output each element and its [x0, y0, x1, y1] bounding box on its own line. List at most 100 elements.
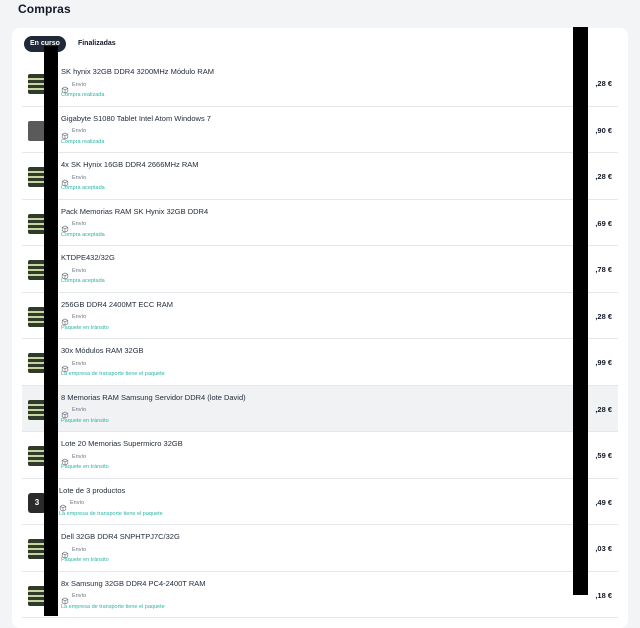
order-status: Paquete en tránsito — [61, 557, 109, 563]
order-title: 30x Módulos RAM 32GB — [61, 346, 144, 355]
shipping-label: Envío — [72, 128, 87, 134]
shipping-method: Envío — [61, 592, 548, 605]
shipping-method: Envío — [61, 220, 548, 233]
order-status: La empresa de transporte tiene el paquet… — [61, 371, 165, 377]
order-price: ,28 € — [595, 404, 612, 414]
order-row[interactable]: 8 Memorias RAM Samsung Servidor DDR4 (lo… — [22, 385, 618, 432]
order-price: ,18 € — [595, 590, 612, 600]
package-icon — [61, 220, 69, 233]
order-status: Compra aceptada — [61, 231, 105, 238]
shipping-method: Envío — [61, 359, 548, 373]
order-title: Dell 32GB DDR4 SNPHTPJ7C/32G — [61, 532, 180, 541]
order-info: Lote 20 Memorias Supermicro 32GB Envío Paq… — [61, 439, 548, 471]
order-status: Compra realizada — [61, 138, 105, 145]
redaction-bar-right — [573, 27, 588, 595]
order-info: 8 Memorias RAM Samsung Servidor DDR4 (lo… — [61, 393, 548, 425]
shipping-method: Envío — [61, 406, 548, 419]
package-icon — [61, 360, 69, 373]
package-icon — [61, 174, 69, 187]
order-price: ,03 € — [595, 544, 612, 553]
shipping-label: Envío — [72, 174, 87, 181]
order-row[interactable]: SK hynix 32GB DDR4 3200MHz Módulo RAM Env… — [22, 60, 618, 107]
order-title: 8x Samsung 32GB DDR4 PC4-2400T RAM — [61, 578, 206, 588]
shipping-label: Envío — [72, 221, 87, 227]
page-title: Compras — [18, 2, 71, 16]
order-list: SK hynix 32GB DDR4 3200MHz Módulo RAM Env… — [22, 60, 618, 618]
order-info: SK hynix 32GB DDR4 3200MHz Módulo RAM Env… — [61, 67, 548, 99]
package-icon — [61, 453, 69, 466]
order-title: SK hynix 32GB DDR4 3200MHz Módulo RAM — [61, 67, 214, 76]
shipping-label: Envío — [72, 593, 87, 599]
package-icon — [61, 81, 69, 94]
order-status: Paquete en tránsito — [61, 324, 109, 331]
order-row[interactable]: Lote 20 Memorias Supermicro 32GB Envío Paq… — [22, 432, 618, 479]
shipping-method: Envío — [61, 313, 548, 326]
order-title: 256GB DDR4 2400MT ECC RAM — [61, 299, 173, 309]
package-icon — [59, 499, 67, 512]
shipping-label: Envío — [72, 81, 87, 88]
order-status: La empresa de transporte tiene el paquet… — [61, 603, 165, 610]
order-price: ,59 € — [595, 451, 612, 460]
order-info: Lote de 3 productos Envío La empresa de tr… — [59, 486, 548, 518]
redaction-bar-left — [44, 46, 58, 616]
order-title: KTDPE432/32G — [61, 253, 115, 262]
order-row[interactable]: Dell 32GB DDR4 SNPHTPJ7C/32G Envío Paquete… — [22, 525, 618, 572]
order-row[interactable]: 256GB DDR4 2400MT ECC RAM Envío Paquete en… — [22, 293, 618, 339]
order-row[interactable]: 30x Módulos RAM 32GB Envío La empresa de t… — [22, 339, 618, 386]
order-row[interactable]: 3 Lote de 3 productos Envío La empresa de t… — [22, 479, 618, 525]
order-title: 4x SK Hynix 16GB DDR4 2666MHz RAM — [61, 160, 199, 169]
order-title: 8 Memorias RAM Samsung Servidor DDR4 (lo… — [61, 392, 246, 402]
order-row[interactable]: KTDPE432/32G Envío Compra aceptada ,78 € — [22, 246, 618, 293]
order-status: Compra realizada — [61, 92, 105, 98]
shipping-label: Envío — [72, 267, 87, 274]
order-price: ,90 € — [595, 125, 612, 135]
order-info: 4x SK Hynix 16GB DDR4 2666MHz RAM Envío Co… — [61, 160, 548, 192]
order-row[interactable]: Gigabyte S1080 Tablet Intel Atom Windows… — [22, 107, 618, 153]
order-row[interactable]: Pack Memorias RAM SK Hynix 32GB DDR4 Enví… — [22, 200, 618, 246]
order-info: Gigabyte S1080 Tablet Intel Atom Windows… — [61, 114, 548, 146]
order-status: Paquete en tránsito — [61, 417, 109, 424]
order-status: Compra aceptada — [61, 278, 105, 284]
shipping-method: Envío — [61, 127, 548, 140]
order-title: Gigabyte S1080 Tablet Intel Atom Windows… — [61, 113, 211, 123]
order-price: ,49 € — [595, 497, 612, 507]
order-status: La empresa de transporte tiene el paquet… — [59, 510, 163, 517]
package-icon — [61, 313, 69, 326]
shipping-label: Envío — [72, 360, 87, 367]
purchases-card: En curso Finalizadas SK hynix 32GB DDR4 … — [12, 28, 628, 628]
order-price: ,78 € — [595, 265, 612, 274]
order-info: Pack Memorias RAM SK Hynix 32GB DDR4 Enví… — [61, 207, 548, 239]
order-info: Dell 32GB DDR4 SNPHTPJ7C/32G Envío Paquete… — [61, 532, 548, 564]
order-title: Lote 20 Memorias Supermicro 32GB — [61, 439, 183, 448]
order-status: Paquete en tránsito — [61, 464, 109, 470]
shipping-method: Envío — [61, 266, 548, 280]
shipping-label: Envío — [72, 546, 87, 553]
shipping-method: Envío — [61, 545, 548, 559]
order-status: Compra aceptada — [61, 185, 105, 191]
package-icon — [61, 546, 69, 559]
shipping-method: Envío — [61, 452, 548, 466]
shipping-label: Envío — [72, 453, 87, 460]
order-price: ,28 € — [595, 79, 612, 88]
order-title: Lote de 3 productos — [59, 485, 126, 495]
order-info: KTDPE432/32G Envío Compra aceptada — [61, 253, 548, 285]
package-icon — [61, 592, 69, 605]
order-price: ,28 € — [595, 311, 612, 321]
order-price: ,99 € — [595, 358, 612, 367]
order-info: 8x Samsung 32GB DDR4 PC4-2400T RAM Envío L… — [61, 579, 548, 611]
order-price: ,69 € — [595, 218, 612, 228]
shipping-method: Envío — [61, 173, 548, 187]
order-row[interactable]: 8x Samsung 32GB DDR4 PC4-2400T RAM Envío L… — [22, 572, 618, 618]
order-info: 30x Módulos RAM 32GB Envío La empresa de t… — [61, 346, 548, 378]
shipping-label: Envío — [70, 500, 85, 506]
shipping-label: Envío — [72, 407, 87, 413]
tabs: En curso Finalizadas — [24, 36, 122, 52]
order-row[interactable]: 4x SK Hynix 16GB DDR4 2666MHz RAM Envío Co… — [22, 153, 618, 200]
order-price: ,28 € — [595, 172, 612, 181]
tab-finalizadas[interactable]: Finalizadas — [72, 36, 122, 52]
package-icon — [61, 127, 69, 140]
order-title: Pack Memorias RAM SK Hynix 32GB DDR4 — [61, 206, 209, 216]
shipping-method: Envío — [59, 499, 548, 512]
order-info: 256GB DDR4 2400MT ECC RAM Envío Paquete en… — [61, 300, 548, 332]
shipping-label: Envío — [72, 314, 87, 320]
